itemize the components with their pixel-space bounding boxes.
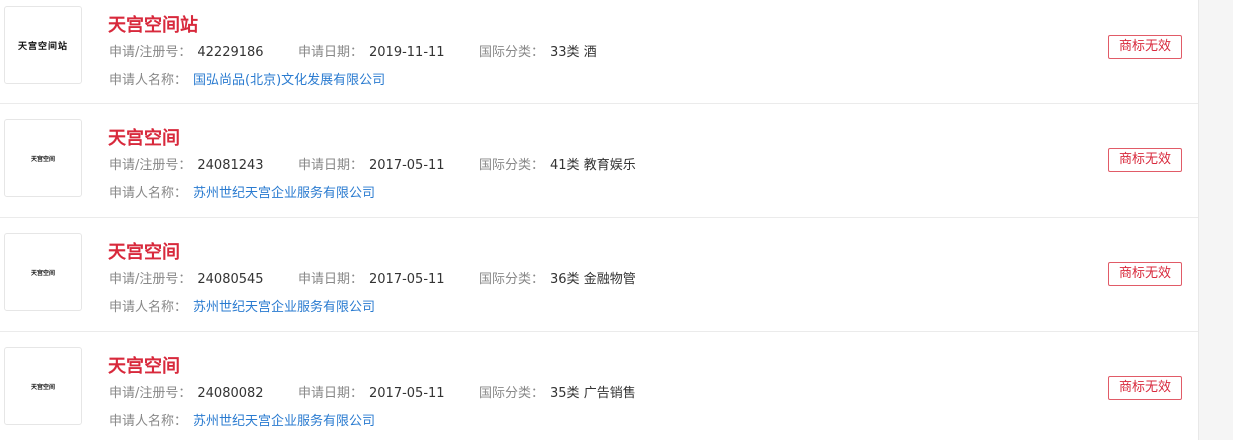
- reg-no-label: 申请/注册号：: [109, 386, 192, 401]
- apply-date-value: 2017-05-11: [369, 272, 445, 287]
- applicant-link[interactable]: 苏州世纪天宫企业服务有限公司: [193, 300, 375, 315]
- applicant-label: 申请人名称：: [109, 73, 188, 88]
- trademark-logo-text: 天宫空间: [30, 155, 55, 163]
- trademark-logo-text: 天宫空间: [30, 383, 55, 391]
- apply-date-field: 申请日期： 2017-05-11: [298, 156, 445, 176]
- intl-class-label: 国际分类：: [479, 272, 545, 287]
- status-badge: 商标无效: [1108, 35, 1182, 59]
- intl-class-field: 国际分类： 41类 教育娱乐: [479, 156, 636, 176]
- reg-no-value: 24080082: [197, 386, 264, 401]
- reg-no-label: 申请/注册号：: [109, 45, 192, 60]
- apply-date-field: 申请日期： 2019-11-11: [298, 43, 445, 63]
- trademark-logo-text: 天宫空间站: [17, 41, 68, 52]
- intl-class-value: 33类 酒: [550, 45, 597, 60]
- intl-class-label: 国际分类：: [479, 45, 545, 60]
- intl-class-field: 国际分类： 33类 酒: [479, 43, 597, 63]
- intl-class-field: 国际分类： 36类 金融物管: [479, 270, 636, 290]
- reg-no-value: 42229186: [197, 45, 264, 60]
- trademark-title-link[interactable]: 天宫空间: [108, 352, 180, 378]
- intl-class-label: 国际分类：: [479, 158, 545, 173]
- page-right-gutter: [1198, 0, 1233, 440]
- trademark-logo-text: 天宫空间: [30, 269, 55, 277]
- applicant-label: 申请人名称：: [109, 186, 188, 201]
- applicant-link[interactable]: 苏州世纪天宫企业服务有限公司: [193, 186, 375, 201]
- apply-date-field: 申请日期： 2017-05-11: [298, 384, 445, 404]
- applicant-link[interactable]: 国弘尚品(北京)文化发展有限公司: [193, 73, 385, 88]
- apply-date-label: 申请日期：: [298, 386, 364, 401]
- reg-no-label: 申请/注册号：: [109, 158, 192, 173]
- applicant-line: 申请人名称： 国弘尚品(北京)文化发展有限公司: [109, 71, 385, 91]
- apply-date-label: 申请日期：: [298, 272, 364, 287]
- applicant-label: 申请人名称：: [109, 414, 188, 429]
- trademark-results-page: 天宫空间站 天宫空间站 申请/注册号： 42229186 申请日期： 2019-11…: [0, 0, 1233, 440]
- intl-class-label: 国际分类：: [479, 386, 545, 401]
- reg-no-value: 24080545: [197, 272, 264, 287]
- status-badge: 商标无效: [1108, 148, 1182, 172]
- intl-class-value: 35类 广告销售: [550, 386, 636, 401]
- apply-date-label: 申请日期：: [298, 158, 364, 173]
- apply-date-label: 申请日期：: [298, 45, 364, 60]
- reg-no-label: 申请/注册号：: [109, 272, 192, 287]
- trademark-title-link[interactable]: 天宫空间: [108, 124, 180, 150]
- status-badge: 商标无效: [1108, 262, 1182, 286]
- reg-no-field: 申请/注册号： 42229186: [109, 43, 264, 63]
- applicant-line: 申请人名称： 苏州世纪天宫企业服务有限公司: [109, 412, 375, 432]
- reg-no-field: 申请/注册号： 24081243: [109, 156, 264, 176]
- trademark-row[interactable]: 天宫空间 天宫空间 申请/注册号： 24080545 申请日期： 2017-05-1…: [0, 218, 1198, 332]
- intl-class-field: 国际分类： 35类 广告销售: [479, 384, 636, 404]
- apply-date-value: 2017-05-11: [369, 158, 445, 173]
- apply-date-value: 2019-11-11: [369, 45, 445, 60]
- trademark-logo-image[interactable]: 天宫空间站: [4, 6, 82, 84]
- intl-class-value: 41类 教育娱乐: [550, 158, 636, 173]
- status-badge: 商标无效: [1108, 376, 1182, 400]
- intl-class-value: 36类 金融物管: [550, 272, 636, 287]
- reg-no-field: 申请/注册号： 24080082: [109, 384, 264, 404]
- trademark-logo-image[interactable]: 天宫空间: [4, 119, 82, 197]
- trademark-row[interactable]: 天宫空间 天宫空间 申请/注册号： 24081243 申请日期： 2017-05-1…: [0, 104, 1198, 218]
- applicant-link[interactable]: 苏州世纪天宫企业服务有限公司: [193, 414, 375, 429]
- trademark-title-link[interactable]: 天宫空间: [108, 238, 180, 264]
- trademark-title-link[interactable]: 天宫空间站: [108, 11, 198, 37]
- trademark-list: 天宫空间站 天宫空间站 申请/注册号： 42229186 申请日期： 2019-11…: [0, 0, 1198, 440]
- apply-date-field: 申请日期： 2017-05-11: [298, 270, 445, 290]
- trademark-logo-image[interactable]: 天宫空间: [4, 347, 82, 425]
- trademark-row[interactable]: 天宫空间站 天宫空间站 申请/注册号： 42229186 申请日期： 2019-11…: [0, 0, 1198, 104]
- reg-no-value: 24081243: [197, 158, 264, 173]
- reg-no-field: 申请/注册号： 24080545: [109, 270, 264, 290]
- trademark-logo-image[interactable]: 天宫空间: [4, 233, 82, 311]
- applicant-line: 申请人名称： 苏州世纪天宫企业服务有限公司: [109, 184, 375, 204]
- applicant-line: 申请人名称： 苏州世纪天宫企业服务有限公司: [109, 298, 375, 318]
- applicant-label: 申请人名称：: [109, 300, 188, 315]
- trademark-row[interactable]: 天宫空间 天宫空间 申请/注册号： 24080082 申请日期： 2017-05-1…: [0, 332, 1198, 440]
- apply-date-value: 2017-05-11: [369, 386, 445, 401]
